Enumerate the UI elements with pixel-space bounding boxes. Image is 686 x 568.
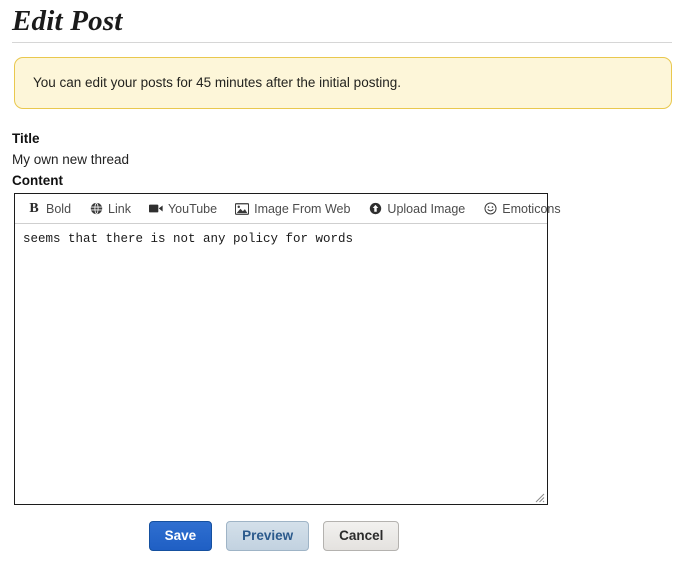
title-label: Title (12, 131, 40, 146)
editor-toolbar: B Bold Link YouTube Image From Web Uploa… (15, 194, 561, 224)
video-camera-icon (148, 202, 163, 216)
picture-icon (235, 202, 250, 216)
content-textarea-value: seems that there is not any policy for w… (23, 232, 354, 246)
content-editor: B Bold Link YouTube Image From Web Uploa… (14, 193, 561, 505)
toolbar-button-youtube[interactable]: YouTube (148, 201, 218, 216)
toolbar-label-upload-image: Upload Image (387, 201, 466, 216)
info-banner-text: You can edit your posts for 45 minutes a… (33, 75, 401, 90)
toolbar-label-link: Link (108, 201, 131, 216)
save-button[interactable]: Save (148, 521, 213, 551)
page-title: Edit Post (12, 5, 123, 37)
cancel-button[interactable]: Cancel (323, 521, 400, 551)
toolbar-button-upload-image[interactable]: Upload Image (368, 202, 465, 216)
info-banner: You can edit your posts for 45 minutes a… (14, 57, 672, 109)
bold-icon: B (29, 200, 39, 216)
toolbar-label-bold: Bold (46, 201, 72, 216)
toolbar-button-link[interactable]: Link (89, 202, 131, 216)
smiley-icon (483, 202, 497, 216)
upload-arrow-icon (368, 202, 382, 216)
content-textarea[interactable]: seems that there is not any policy for w… (15, 224, 547, 504)
resize-handle[interactable] (533, 490, 545, 503)
preview-button[interactable]: Preview (226, 521, 310, 551)
toolbar-label-youtube: YouTube (167, 201, 218, 216)
toolbar-button-bold[interactable]: B Bold (27, 200, 72, 216)
toolbar-label-image-from-web: Image From Web (254, 201, 351, 216)
globe-icon (89, 202, 103, 216)
form-actions: Save Preview Cancel (0, 521, 548, 551)
toolbar-button-emoticons[interactable]: Emoticons (483, 201, 561, 216)
toolbar-button-image-from-web[interactable]: Image From Web (235, 202, 350, 216)
title-value: My own new thread (12, 152, 130, 167)
toolbar-label-emoticons: Emoticons (502, 201, 561, 216)
content-label: Content (12, 173, 63, 188)
title-divider (12, 42, 672, 43)
